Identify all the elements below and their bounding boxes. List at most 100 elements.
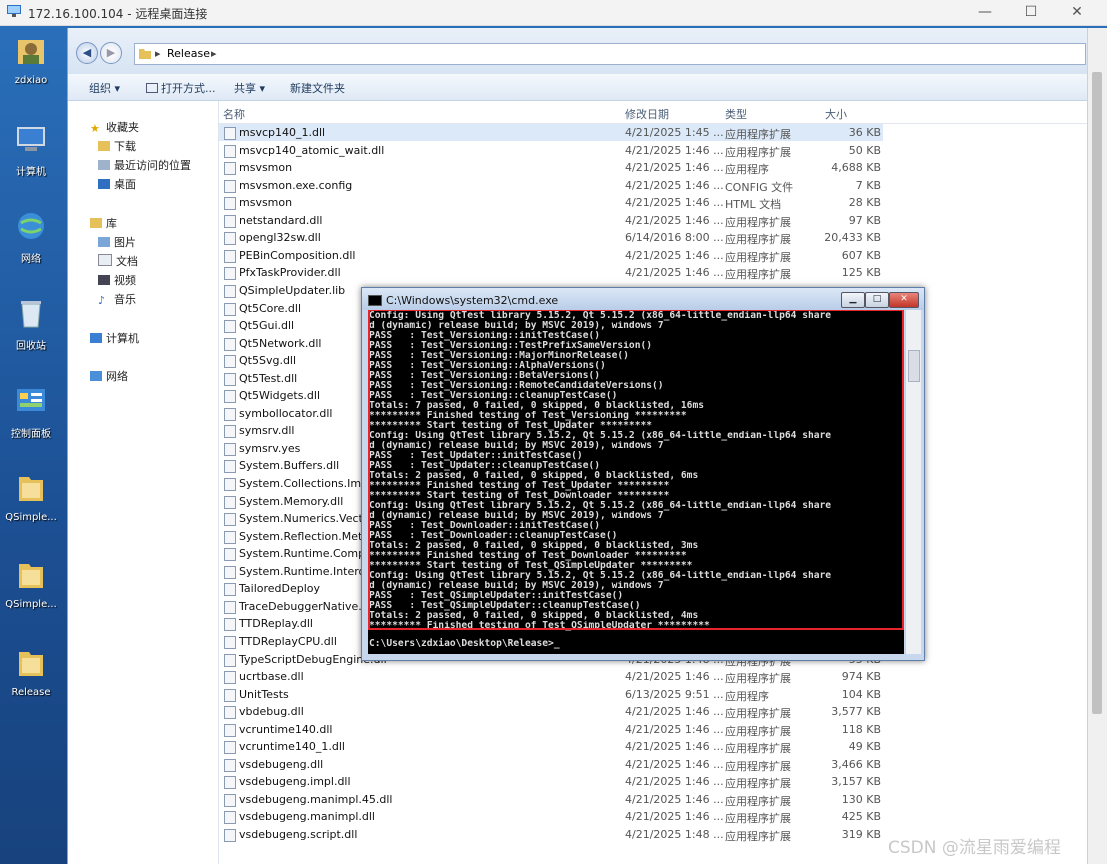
scrollbar-thumb[interactable]	[908, 350, 920, 382]
nav-documents[interactable]: 文档	[98, 253, 138, 269]
nav-network[interactable]: 网络	[90, 368, 128, 384]
file-icon	[224, 653, 236, 667]
cmd-scrollbar[interactable]	[905, 310, 921, 654]
nav-favorites[interactable]: ★ 收藏夹	[90, 119, 139, 135]
file-row[interactable]: vsdebugeng.dll 4/21/2025 1:46 ... 应用程序扩展 3,…	[219, 756, 883, 773]
file-name: opengl32sw.dll	[239, 231, 321, 245]
file-name: Qt5Widgets.dll	[239, 389, 321, 403]
nav-videos[interactable]: 视频	[98, 272, 136, 288]
file-size: 425 KB	[841, 810, 881, 824]
file-row[interactable]: msvsmon.exe.config 4/21/2025 1:46 ... CONF…	[219, 177, 883, 194]
file-icon	[224, 688, 236, 702]
cmd-minimize-button[interactable]: ▁	[841, 292, 865, 308]
file-name: vsdebugeng.dll	[239, 757, 324, 771]
file-row[interactable]: msvsmon 4/21/2025 1:46 ... HTML 文档 28 KB	[219, 194, 883, 211]
videos-icon	[98, 275, 110, 285]
cmd-title-bar[interactable]: C:\Windows\system32\cmd.exe ▁ □ ✕	[362, 288, 924, 310]
cmd-icon	[368, 295, 382, 306]
file-icon	[224, 232, 236, 246]
vertical-scrollbar[interactable]	[1087, 28, 1107, 864]
file-name: symbollocator.dll	[239, 406, 333, 420]
desktop-icon-label: zdxiao	[14, 75, 48, 86]
user-folder-icon	[18, 40, 44, 64]
file-row[interactable]: vbdebug.dll 4/21/2025 1:46 ... 应用程序扩展 3,577…	[219, 703, 883, 720]
column-date[interactable]: 修改日期	[625, 106, 669, 122]
console-prompt[interactable]: C:\Users\zdxiao\Desktop\Release>_	[369, 638, 560, 649]
file-icon	[224, 513, 236, 527]
column-name[interactable]: 名称	[223, 106, 245, 122]
file-row[interactable]: vsdebugeng.impl.dll 4/21/2025 1:46 ... 应用程…	[219, 773, 883, 790]
breadcrumb-release[interactable]: Release	[167, 44, 210, 64]
column-size[interactable]: 大小	[825, 106, 847, 122]
file-name: System.Buffers.dll	[239, 459, 340, 473]
scrollbar-thumb[interactable]	[1092, 72, 1102, 714]
organize-menu[interactable]: 组织 ▾	[89, 80, 120, 96]
file-row[interactable]: vsdebugeng.script.dll 4/21/2025 1:48 ... 应…	[219, 826, 883, 843]
file-name: symsrv.yes	[239, 441, 301, 455]
file-name: msvsmon.exe.config	[239, 178, 353, 192]
file-row[interactable]: PfxTaskProvider.dll 4/21/2025 1:46 ... 应用程…	[219, 264, 883, 281]
desktop-icon-user[interactable]: zdxiao	[2, 34, 60, 86]
address-bar[interactable]: ▸ Release ▸	[134, 43, 1086, 65]
cmd-close-button[interactable]: ✕	[889, 292, 919, 308]
download-folder-icon	[98, 141, 110, 151]
file-icon	[224, 337, 236, 351]
file-icon	[224, 407, 236, 421]
share-menu[interactable]: 共享 ▾	[234, 80, 265, 96]
desktop-icon-label: 计算机	[16, 167, 46, 178]
desktop-icon-recycle-bin[interactable]: 回收站	[2, 296, 60, 352]
file-icon	[224, 284, 236, 298]
file-row[interactable]: vcruntime140_1.dll 4/21/2025 1:46 ... 应用程序…	[219, 738, 883, 755]
file-row[interactable]: vsdebugeng.manimpl.dll 4/21/2025 1:46 ...…	[219, 808, 883, 825]
open-with-button[interactable]: 打开方式...	[146, 80, 216, 96]
file-row[interactable]: msvcp140_atomic_wait.dll 4/21/2025 1:46 .…	[219, 142, 883, 159]
nav-desktop[interactable]: 桌面	[98, 176, 136, 192]
file-row[interactable]: opengl32sw.dll 6/14/2016 8:00 ... 应用程序扩展 20…	[219, 229, 883, 246]
file-type: 应用程序扩展	[725, 724, 791, 738]
file-row[interactable]: netstandard.dll 4/21/2025 1:46 ... 应用程序扩展 9…	[219, 212, 883, 229]
file-size: 4,688 KB	[831, 161, 881, 175]
new-folder-button[interactable]: 新建文件夹	[290, 80, 345, 96]
file-type: 应用程序扩展	[725, 794, 791, 808]
nav-computer[interactable]: 计算机	[90, 330, 139, 346]
file-row[interactable]: UnitTests 6/13/2025 9:51 ... 应用程序 104 KB	[219, 686, 883, 703]
file-type: 应用程序	[725, 163, 769, 177]
file-icon	[224, 829, 236, 842]
file-type: 应用程序扩展	[725, 777, 791, 791]
nav-downloads[interactable]: 下载	[98, 138, 136, 154]
cmd-maximize-button[interactable]: □	[865, 292, 889, 308]
cmd-console[interactable]: Config: Using QtTest library 5.15.2, Qt …	[368, 310, 904, 654]
file-row[interactable]: vcruntime140.dll 4/21/2025 1:46 ... 应用程序扩展…	[219, 721, 883, 738]
nav-recent-places[interactable]: 最近访问的位置	[98, 157, 191, 173]
desktop-icon-control-panel[interactable]: 控制面板	[2, 384, 60, 440]
file-icon	[224, 460, 236, 474]
nav-music[interactable]: ♪ 音乐	[98, 291, 136, 307]
file-row[interactable]: msvsmon 4/21/2025 1:46 ... 应用程序 4,688 KB	[219, 159, 883, 176]
file-type: 应用程序扩展	[725, 128, 791, 141]
desktop-icon-folder[interactable]: Release	[2, 646, 60, 698]
file-icon	[224, 671, 236, 685]
file-icon	[224, 302, 236, 316]
file-row[interactable]: ucrtbase.dll 4/21/2025 1:46 ... 应用程序扩展 974 …	[219, 668, 883, 685]
minimize-button[interactable]: —	[962, 0, 1008, 25]
column-type[interactable]: 类型	[725, 106, 747, 122]
file-type: 应用程序扩展	[725, 812, 791, 826]
forward-button[interactable]: ▶	[100, 42, 122, 64]
desktop-icon-network[interactable]: 网络	[2, 209, 60, 265]
file-row[interactable]: PEBinComposition.dll 4/21/2025 1:46 ... 应用…	[219, 247, 883, 264]
file-date: 4/21/2025 1:46 ...	[625, 178, 724, 192]
file-row[interactable]: vsdebugeng.manimpl.45.dll 4/21/2025 1:46 …	[219, 791, 883, 808]
desktop-icon-folder[interactable]: QSimple...	[2, 471, 60, 523]
file-name: vsdebugeng.manimpl.45.dll	[239, 792, 393, 806]
file-name: netstandard.dll	[239, 213, 323, 227]
file-name: System.Memory.dll	[239, 494, 344, 508]
back-button[interactable]: ◀	[76, 42, 98, 64]
file-size: 974 KB	[841, 670, 881, 684]
desktop-icon-folder[interactable]: QSimple...	[2, 558, 60, 610]
file-row[interactable]: msvcp140_1.dll 4/21/2025 1:45 ... 应用程序扩展 36…	[219, 124, 883, 141]
nav-libraries[interactable]: 库	[90, 215, 117, 231]
close-button[interactable]: ✕	[1054, 0, 1100, 25]
maximize-button[interactable]: ☐	[1008, 0, 1054, 25]
desktop-icon-computer[interactable]: 计算机	[2, 122, 60, 178]
nav-pictures[interactable]: 图片	[98, 234, 136, 250]
